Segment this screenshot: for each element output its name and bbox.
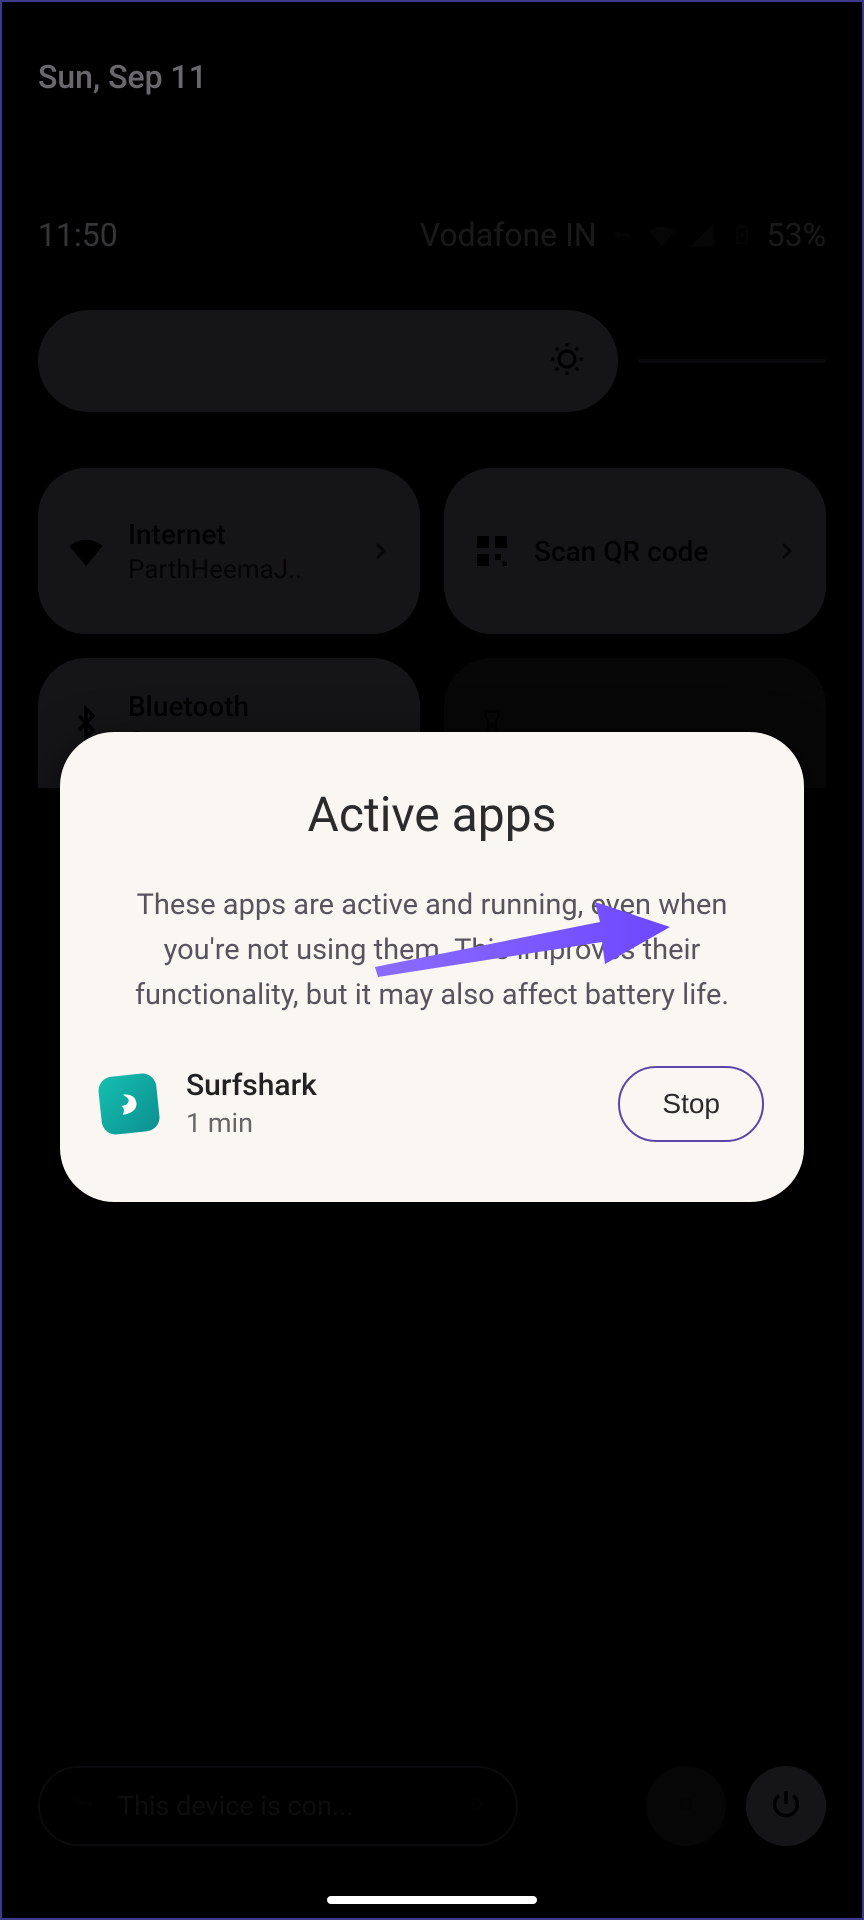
power-button[interactable] [746,1766,826,1846]
active-apps-sheet: Active apps These apps are active and ru… [60,732,804,1202]
qs-tile-qr[interactable]: Scan QR code [444,468,826,634]
app-duration: 1 min [186,1107,590,1139]
sheet-title: Active apps [100,786,764,843]
qr-icon [472,531,512,571]
qs-tile-internet[interactable]: Internet ParthHeemaJ.. [38,468,420,634]
chevron-right-icon [468,1790,490,1822]
gear-icon [668,1786,704,1826]
date-label: Sun, Sep 11 [38,58,826,96]
settings-button[interactable] [646,1766,726,1846]
active-app-row: Surfshark 1 min Stop [100,1066,764,1142]
clock: 11:50 [38,216,118,254]
qs-tile-subtitle: ParthHeemaJ.. [128,555,346,585]
vpn-status-text: This device is con... [118,1790,450,1822]
qs-tile-title: Internet [128,518,346,551]
brightness-slider[interactable] [38,310,826,412]
power-icon [769,1787,803,1825]
nav-handle[interactable] [327,1896,537,1904]
chevron-right-icon [368,539,392,563]
status-bar: 11:50 Vodafone IN 53% [38,216,826,254]
qs-tile-title: Bluetooth [128,690,392,723]
vpn-key-icon [66,1790,100,1822]
battery-percent: 53% [767,216,826,254]
brightness-icon [548,340,586,382]
qs-tile-title: Flashlight [534,690,798,723]
qs-tile-title: Scan QR code [534,535,752,568]
wifi-icon [647,220,677,250]
sheet-description: These apps are active and running, even … [100,883,764,1018]
battery-icon [727,220,757,250]
app-name: Surfshark [186,1068,590,1103]
signal-icon [687,220,717,250]
vpn-status-pill[interactable]: This device is con... [38,1766,518,1846]
surfshark-app-icon [97,1072,161,1136]
vpn-key-icon [607,220,637,250]
stop-button[interactable]: Stop [618,1066,764,1142]
wifi-filled-icon [66,531,106,571]
chevron-right-icon [774,539,798,563]
carrier-label: Vodafone IN [420,216,597,254]
